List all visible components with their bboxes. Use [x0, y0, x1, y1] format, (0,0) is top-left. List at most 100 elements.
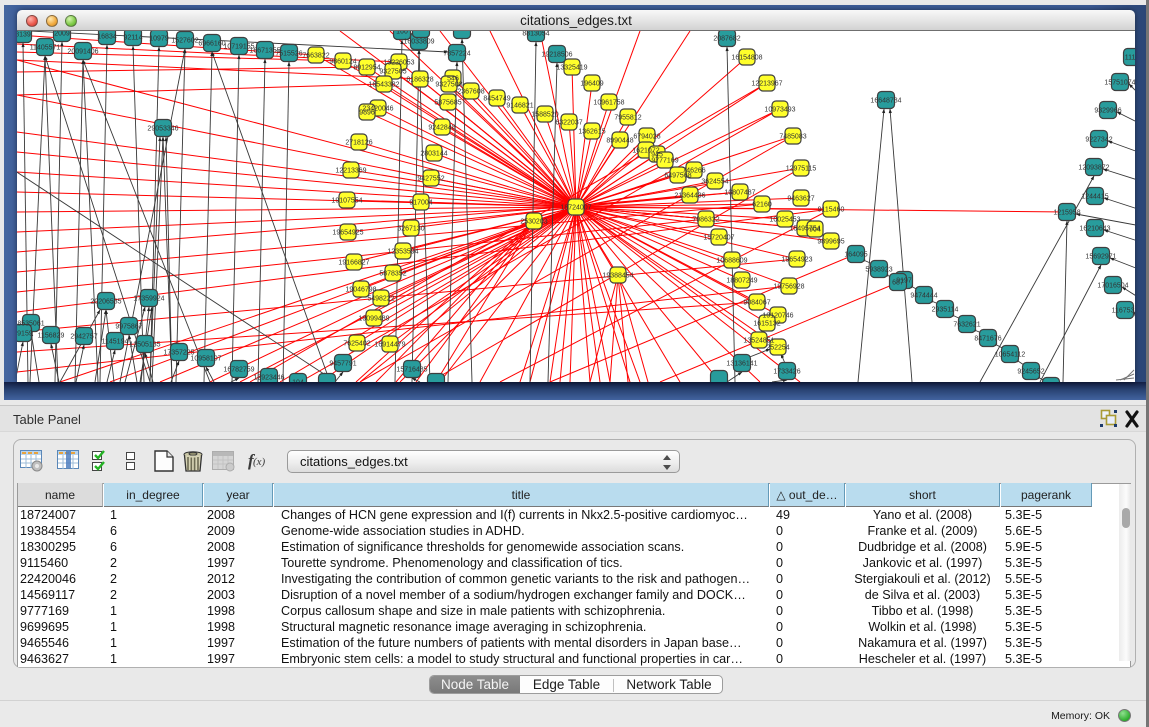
svg-text:11405571: 11405571 — [30, 45, 61, 52]
svg-text:7625402: 7625402 — [343, 341, 370, 348]
svg-text:3624554: 3624554 — [701, 179, 728, 186]
svg-text:2009: 2009 — [54, 31, 70, 38]
svg-text:19099489: 19099489 — [358, 316, 389, 323]
svg-text:1588520: 1588520 — [531, 112, 558, 119]
svg-text:92114: 92114 — [124, 35, 143, 42]
svg-text:8535061: 8535061 — [17, 321, 44, 328]
svg-text:16154808: 16154808 — [731, 55, 762, 62]
svg-text:19388454: 19388454 — [602, 273, 633, 280]
svg-text:687: 687 — [892, 280, 904, 287]
svg-text:9427552: 9427552 — [417, 176, 444, 183]
svg-text:18807249: 18807249 — [726, 278, 757, 285]
svg-text:12213967: 12213967 — [751, 81, 782, 88]
svg-text:10961758: 10961758 — [593, 100, 624, 107]
svg-text:9474444: 9474444 — [910, 293, 937, 300]
svg-text:13325419: 13325419 — [556, 65, 587, 72]
svg-text:10654112: 10654112 — [995, 352, 1026, 359]
svg-text:104: 104 — [292, 380, 304, 383]
svg-text:9115460: 9115460 — [818, 207, 845, 214]
svg-text:17016504: 17016504 — [1097, 283, 1128, 290]
svg-text:19218506: 19218506 — [541, 52, 572, 59]
svg-text:8912954: 8912954 — [353, 65, 380, 72]
svg-text:20091406: 20091406 — [67, 49, 98, 56]
svg-text:9777169: 9777169 — [651, 158, 678, 165]
svg-text:7955812: 7955812 — [614, 115, 641, 122]
svg-text:15716485: 15716485 — [396, 367, 427, 374]
svg-text:13524851: 13524851 — [743, 338, 774, 345]
svg-text:15720407: 15720407 — [703, 235, 734, 242]
svg-text:9146821: 9146821 — [506, 103, 533, 110]
svg-text:2935114: 2935114 — [932, 307, 959, 314]
svg-text:2718126: 2718126 — [345, 140, 372, 147]
svg-text:1215958: 1215958 — [1053, 210, 1080, 217]
svg-text:12975115: 12975115 — [786, 166, 817, 173]
svg-text:16834: 16834 — [97, 34, 117, 41]
svg-text:10958107: 10958107 — [190, 356, 221, 363]
svg-text:12093872: 12093872 — [1078, 165, 1109, 172]
svg-text:18724007: 18724007 — [560, 205, 591, 212]
svg-text:9899695: 9899695 — [817, 239, 844, 246]
svg-text:13226053: 13226053 — [383, 60, 414, 67]
svg-text:17359924: 17359924 — [133, 296, 164, 303]
svg-text:8454749: 8454749 — [483, 96, 510, 103]
svg-text:19166827: 19166827 — [338, 260, 369, 267]
svg-text:15751074: 15751074 — [1104, 80, 1135, 87]
svg-text:10688609: 10688609 — [716, 258, 747, 265]
svg-text:1145194: 1145194 — [102, 339, 129, 346]
svg-text:16648784: 16648784 — [870, 98, 901, 105]
svg-text:160: 160 — [396, 31, 408, 36]
svg-text:10973493: 10973493 — [764, 107, 795, 114]
svg-text:12213369: 12213369 — [335, 168, 366, 175]
svg-text:6322037: 6322037 — [555, 120, 582, 127]
svg-text:8186328: 8186328 — [406, 77, 433, 84]
svg-text:2087682: 2087682 — [713, 36, 740, 43]
svg-text:6794028: 6794028 — [633, 134, 660, 141]
svg-text:9084067: 9084067 — [743, 300, 770, 307]
svg-text:19654925: 19654925 — [332, 230, 363, 237]
svg-text:8471676: 8471676 — [974, 336, 1001, 343]
svg-text:19756928: 19756928 — [773, 284, 804, 291]
svg-text:164095: 164095 — [844, 252, 867, 259]
svg-text:7632621: 7632621 — [953, 322, 980, 329]
svg-text:7485083: 7485083 — [779, 134, 806, 141]
svg-text:9896: 9896 — [359, 110, 375, 117]
svg-text:5878352: 5878352 — [379, 271, 406, 278]
svg-text:904: 904 — [809, 227, 821, 234]
svg-text:19046798: 19046798 — [345, 287, 376, 294]
svg-text:2367608: 2367608 — [457, 89, 484, 96]
svg-text:9245652: 9245652 — [1017, 369, 1044, 376]
svg-text:1362615: 1362615 — [578, 129, 605, 136]
svg-text:8990448: 8990448 — [606, 138, 633, 145]
svg-text:62160: 62160 — [752, 202, 772, 209]
svg-text:16033809: 16033809 — [403, 39, 434, 46]
svg-text:3267130: 3267130 — [397, 226, 424, 233]
svg-text:1167533: 1167533 — [1112, 308, 1135, 315]
svg-text:20206535: 20206535 — [90, 299, 121, 306]
svg-text:21364436: 21364436 — [674, 193, 705, 200]
svg-text:9463627: 9463627 — [787, 196, 814, 203]
svg-text:12505135: 12505135 — [129, 342, 160, 349]
svg-text:12353594: 12353594 — [387, 249, 418, 256]
svg-text:917004: 917004 — [409, 200, 432, 207]
svg-text:15692971: 15692971 — [1085, 254, 1116, 261]
svg-text:10979: 10979 — [149, 36, 169, 43]
svg-text:16782759: 16782759 — [223, 367, 254, 374]
svg-text:6497568: 6497568 — [664, 173, 691, 180]
svg-text:6966160: 6966160 — [198, 41, 225, 48]
svg-text:7986322: 7986322 — [692, 217, 719, 224]
svg-text:9327508: 9327508 — [435, 82, 462, 89]
svg-text:16210643: 16210643 — [1079, 226, 1110, 233]
svg-text:5938923: 5938923 — [865, 267, 892, 274]
svg-text:196409: 196409 — [580, 81, 603, 88]
svg-text:16914479: 16914479 — [374, 342, 405, 349]
svg-text:10025453: 10025453 — [769, 217, 800, 224]
svg-text:1117: 1117 — [1125, 55, 1135, 62]
svg-text:9329966: 9329966 — [1094, 108, 1121, 115]
svg-text:9242848: 9242848 — [428, 125, 455, 132]
svg-text:1733426: 1733426 — [773, 369, 800, 376]
svg-text:19107554: 19107554 — [331, 198, 362, 205]
svg-text:19654923: 19654923 — [781, 257, 812, 264]
svg-text:5498222: 5498222 — [367, 296, 394, 303]
svg-text:2530203: 2530203 — [520, 219, 547, 226]
svg-text:16543382: 16543382 — [368, 82, 399, 89]
